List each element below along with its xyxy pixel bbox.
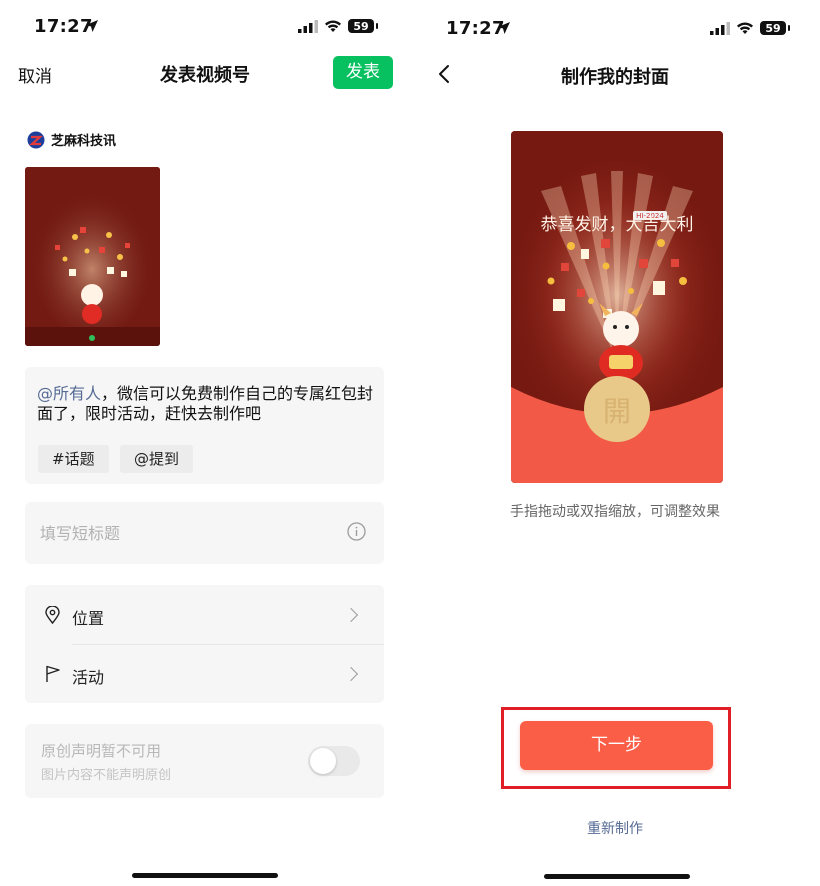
toggle-knob: [310, 748, 336, 774]
status-time: 17:27: [34, 16, 93, 37]
battery-icon: 59: [348, 19, 374, 33]
info-icon[interactable]: [347, 522, 366, 541]
publish-button[interactable]: 发表: [333, 56, 393, 89]
cellular-signal-icon: [298, 19, 318, 33]
battery-icon: 59: [760, 21, 786, 35]
short-title-placeholder: 填写短标题: [40, 524, 121, 543]
location-label: 位置: [72, 609, 105, 628]
back-chevron-icon[interactable]: [437, 64, 451, 84]
next-step-button[interactable]: 下一步: [520, 721, 713, 770]
left-screen: 17:27 59 取消 发表视频号 发表 芝麻科技讯 @所有人，微信可以免费制作…: [0, 0, 410, 886]
cover-thumbnail-art: [25, 167, 160, 346]
caption-text[interactable]: @所有人，微信可以免费制作自己的专属红包封面了，限时活动，赶快去制作吧: [37, 384, 377, 424]
open-character: 開: [603, 395, 631, 428]
remake-link[interactable]: 重新制作: [410, 818, 820, 838]
topic-chip[interactable]: #话题: [38, 445, 109, 473]
original-subtitle: 图片内容不能声明原创: [41, 768, 172, 783]
right-screen: 17:27 59 制作我的封面 HI-2024 開 恭喜发财，大吉大利 手指拖动…: [410, 0, 820, 886]
activity-label: 活动: [72, 668, 105, 687]
home-indicator[interactable]: [544, 874, 690, 879]
status-indicators: 59: [298, 19, 378, 33]
cover-thumbnail[interactable]: [25, 167, 160, 346]
status-indicators: 59: [710, 21, 790, 35]
cellular-signal-icon: [710, 21, 730, 35]
page-title: 发表视频号: [160, 65, 250, 86]
location-arrow-icon: [86, 20, 98, 32]
account-name: 芝麻科技讯: [51, 134, 117, 149]
cover-art: HI-2024 開 恭喜发财，大吉大利: [511, 131, 723, 483]
mention-chip[interactable]: @提到: [120, 445, 194, 473]
page-title: 制作我的封面: [561, 67, 669, 88]
caption-mention[interactable]: @所有人: [37, 384, 101, 403]
wifi-icon: [325, 20, 341, 32]
flag-icon: [46, 665, 60, 682]
cover-preview[interactable]: HI-2024 開 恭喜发财，大吉大利: [511, 131, 723, 483]
blessing-text: 恭喜发财，大吉大利: [541, 215, 694, 235]
status-time: 17:27: [446, 18, 505, 39]
original-toggle[interactable]: [308, 746, 360, 776]
home-indicator[interactable]: [132, 873, 278, 878]
location-pin-icon: [45, 606, 60, 624]
adjust-hint: 手指拖动或双指缩放，可调整效果: [510, 504, 720, 520]
cancel-button[interactable]: 取消: [18, 62, 52, 87]
wifi-icon: [737, 22, 753, 34]
account-logo-icon: [27, 131, 45, 149]
location-arrow-icon: [498, 22, 510, 34]
original-title: 原创声明暂不可用: [41, 742, 162, 760]
